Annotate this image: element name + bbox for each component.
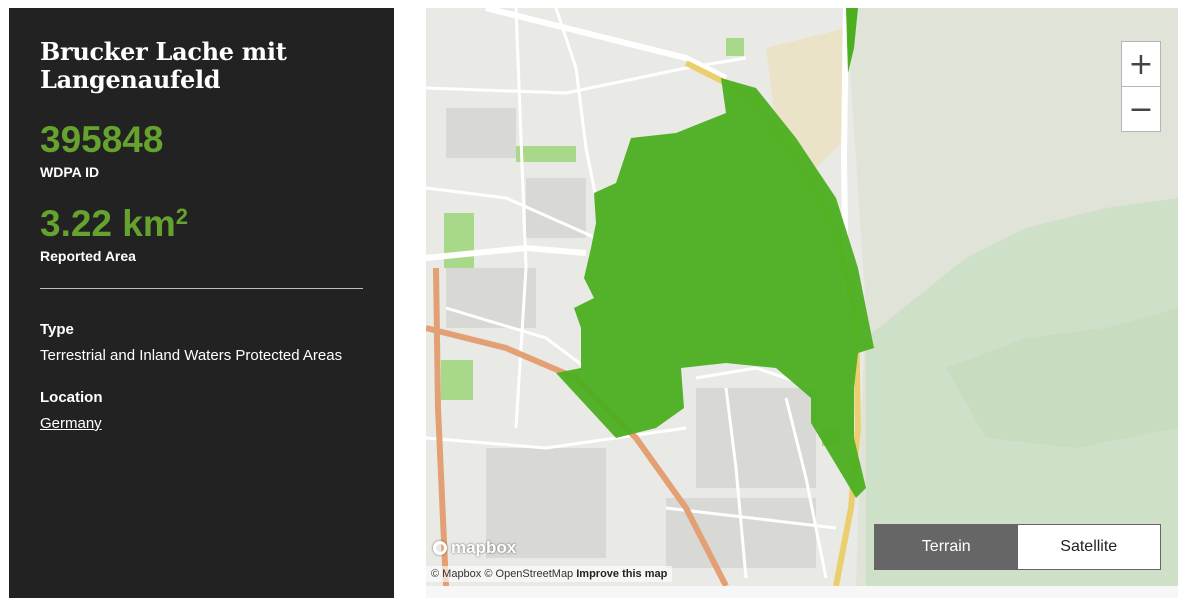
area-number: 3.22 km xyxy=(40,203,176,244)
location-label: Location xyxy=(40,389,103,406)
map-bottom-strip xyxy=(426,586,1178,598)
divider xyxy=(40,288,363,289)
attribution-osm[interactable]: © OpenStreetMap xyxy=(484,568,573,580)
area-value: 3.22 km2 xyxy=(40,204,363,244)
zoom-in-button[interactable]: + xyxy=(1122,42,1160,86)
location-link[interactable]: Germany xyxy=(40,415,102,432)
area-superscript: 2 xyxy=(175,204,189,229)
wdpa-id-stat: 395848 WDPA ID xyxy=(40,119,363,181)
type-value: Terrestrial and Inland Waters Protected … xyxy=(40,347,343,364)
map-view[interactable]: + − Terrain Satellite mapbox © Mapbox © … xyxy=(426,8,1178,586)
mapbox-logo[interactable]: mapbox xyxy=(433,538,516,558)
site-name: Brucker Lache mit Langenaufeld xyxy=(40,37,287,94)
terrain-button[interactable]: Terrain xyxy=(875,525,1018,569)
area-label: Reported Area xyxy=(40,248,136,264)
mapbox-logo-text: mapbox xyxy=(451,538,517,557)
zoom-out-button[interactable]: − xyxy=(1122,86,1160,131)
map-style-toggle: Terrain Satellite xyxy=(874,524,1161,570)
mapbox-logo-icon xyxy=(433,541,447,555)
type-label: Type xyxy=(40,321,74,338)
area-stat: 3.22 km2 Reported Area xyxy=(40,204,363,265)
wdpa-id-label: WDPA ID xyxy=(40,164,100,180)
info-panel: Brucker Lache mit Langenaufeld 395848 WD… xyxy=(9,8,394,598)
map-canvas[interactable] xyxy=(426,8,1178,586)
satellite-button[interactable]: Satellite xyxy=(1017,525,1160,569)
wdpa-id-value: 395848 xyxy=(40,119,164,160)
attribution-mapbox[interactable]: © Mapbox xyxy=(431,568,481,580)
map-attribution: © Mapbox © OpenStreetMap Improve this ma… xyxy=(426,566,673,582)
improve-map-link[interactable]: Improve this map xyxy=(576,568,667,580)
zoom-control: + − xyxy=(1121,41,1161,132)
